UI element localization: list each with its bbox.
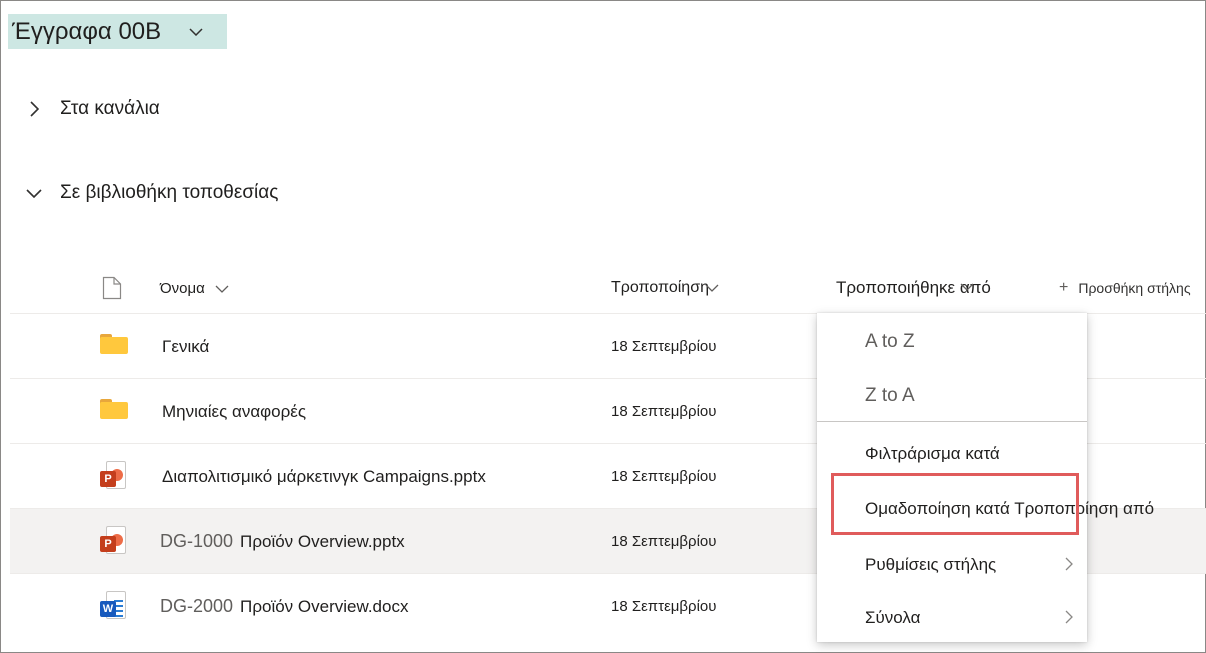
- chevron-down-icon[interactable]: [165, 14, 228, 49]
- menu-divider: [817, 421, 1087, 422]
- item-name[interactable]: DG-1000 Προϊόν Overview.pptx: [160, 509, 405, 574]
- add-column-label: Προσθήκη στήλης: [1078, 280, 1191, 296]
- item-name-text: Μηνιαίες αναφορές: [162, 401, 307, 421]
- menu-item-totals-label: Σύνολα: [865, 608, 921, 627]
- plus-icon: +: [1059, 279, 1069, 296]
- menu-item-sort-az[interactable]: A to Z: [817, 316, 1087, 368]
- item-name[interactable]: Μηνιαίες αναφορές: [162, 379, 306, 444]
- chevron-right-icon: [1065, 609, 1073, 629]
- section-channels[interactable]: Στα κανάλια: [24, 98, 160, 120]
- menu-item-totals[interactable]: Σύνολα: [817, 592, 1087, 644]
- item-modified-date: 18 Σεπτεμβρίου: [611, 533, 717, 550]
- chevron-down-icon[interactable]: [215, 280, 229, 297]
- chevron-down-icon[interactable]: [24, 183, 44, 203]
- column-header-modified-label: Τροποποίηση: [611, 279, 709, 296]
- powerpoint-icon: P: [100, 526, 130, 554]
- column-context-menu: A to Z Z to A Φιλτράρισμα κατά Ομαδοποίη…: [817, 313, 1154, 644]
- item-modified-date: 18 Σεπτεμβρίου: [611, 338, 717, 355]
- menu-item-filter-by-label: Φιλτράρισμα κατά: [865, 444, 1000, 463]
- column-header-row: Όνομα Τροποποίηση Τροποποιήθηκε από + Πρ…: [10, 262, 1206, 314]
- chevron-right-icon: [1065, 556, 1073, 576]
- item-modified-date: 18 Σεπτεμβρίου: [611, 598, 717, 615]
- folder-icon: [100, 334, 130, 360]
- item-name[interactable]: DG-2000 Προϊόν Overview.docx: [160, 574, 408, 639]
- chevron-down-icon[interactable]: [960, 276, 974, 296]
- library-title[interactable]: Έγγραφα 00B: [8, 14, 228, 49]
- section-library[interactable]: Σε βιβλιοθήκη τοποθεσίας: [24, 182, 278, 204]
- section-channels-label: Στα κανάλια: [60, 98, 160, 119]
- item-prefix: DG-1000: [160, 531, 234, 551]
- menu-item-sort-za-label: Z to A: [865, 385, 915, 406]
- item-name-text: Προϊόν Overview.docx: [240, 596, 409, 616]
- item-name-text: Προϊόν Overview.pptx: [240, 531, 405, 551]
- folder-icon: [100, 399, 130, 425]
- column-header-modified[interactable]: Τροποποίηση: [611, 262, 719, 314]
- add-column-button[interactable]: + Προσθήκη στήλης: [1059, 262, 1191, 314]
- item-modified-date: 18 Σεπτεμβρίου: [611, 403, 717, 420]
- item-prefix: DG-2000: [160, 596, 234, 616]
- focus-highlight: [831, 473, 1079, 535]
- file-type-icon[interactable]: [102, 262, 122, 314]
- menu-item-sort-za[interactable]: Z to A: [817, 370, 1087, 422]
- item-name-text: Γενικά: [162, 336, 210, 356]
- column-header-name[interactable]: Όνομα: [160, 262, 229, 314]
- column-header-modified-by[interactable]: Τροποποιήθηκε από: [836, 262, 991, 314]
- menu-item-column-settings-label: Ρυθμίσεις στήλης: [865, 555, 997, 574]
- item-name[interactable]: Διαπολιτισμικό μάρκετινγκ Campaigns.pptx: [162, 444, 486, 509]
- item-name[interactable]: Γενικά: [162, 314, 209, 379]
- page-title: Έγγραφα 00B: [8, 14, 166, 49]
- powerpoint-icon: P: [100, 461, 130, 489]
- item-name-text: Διαπολιτισμικό μάρκετινγκ Campaigns.pptx: [162, 466, 486, 486]
- chevron-right-icon[interactable]: [24, 99, 44, 119]
- chevron-down-icon[interactable]: [705, 279, 719, 297]
- item-modified-date: 18 Σεπτεμβρίου: [611, 468, 717, 485]
- column-header-name-label: Όνομα: [160, 279, 205, 297]
- section-library-label: Σε βιβλιοθήκη τοποθεσίας: [60, 182, 279, 203]
- menu-item-column-settings[interactable]: Ρυθμίσεις στήλης: [817, 539, 1087, 591]
- word-icon: W: [100, 591, 130, 619]
- menu-item-sort-az-label: A to Z: [865, 331, 915, 352]
